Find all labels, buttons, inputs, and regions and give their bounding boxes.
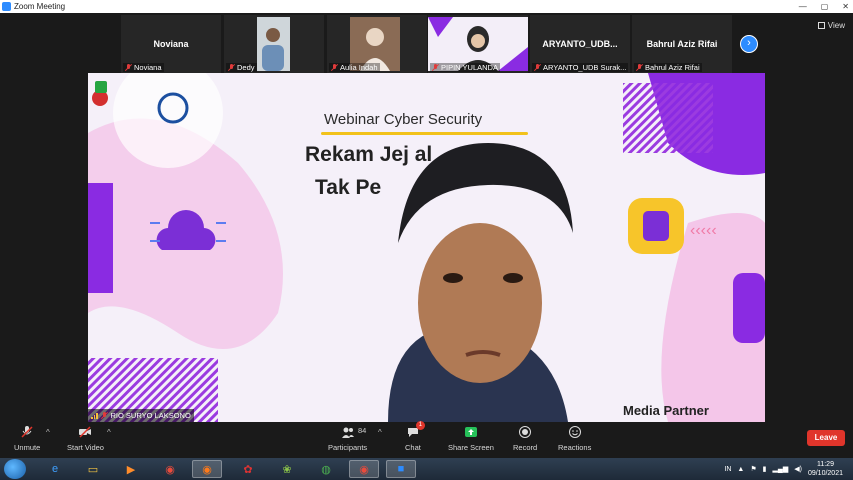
participant-big-name: Bahrul Aziz Rifai <box>646 39 718 49</box>
slide-headline-1: Rekam Jej al <box>305 143 433 166</box>
participant-video <box>257 17 290 71</box>
slide-headline-2: Tak Pe <box>315 176 382 199</box>
grid-icon <box>817 22 825 29</box>
participants-icon <box>341 427 354 438</box>
mic-muted-icon <box>432 64 439 71</box>
participant-name: ARYANTO_UDB Surak... <box>543 63 627 72</box>
ie-icon[interactable]: e <box>40 460 70 478</box>
view-button[interactable]: View <box>817 21 845 30</box>
reactions-button[interactable]: Reactions <box>558 425 591 452</box>
active-speaker-video: ‹‹‹‹‹ Webinar Cyber Security Rekam Jej a… <box>88 73 765 422</box>
participants-options-caret[interactable]: ^ <box>378 428 382 437</box>
leave-button[interactable]: Leave <box>807 430 845 446</box>
mic-muted-icon <box>125 64 132 71</box>
minimize-button[interactable]: — <box>799 0 807 13</box>
next-page-button[interactable]: › <box>740 35 758 53</box>
participant-tile[interactable]: Bahrul Aziz Rifai Bahrul Aziz Rifai <box>632 15 732 73</box>
participant-name: Bahrul Aziz Rifai <box>645 63 700 72</box>
system-tray: IN ▲ ⚑ ▮ ▂▄▆ ◀) 11:29 09/10/2021 <box>724 458 853 480</box>
game-icon[interactable]: ❀ <box>272 460 302 478</box>
participant-big-name: ARYANTO_UDB... <box>542 39 618 49</box>
zoom-app-icon <box>2 2 11 11</box>
participant-tile[interactable]: Noviana Noviana <box>121 15 221 73</box>
start-video-label: Start Video <box>67 443 104 452</box>
meeting-toolbar: Unmute ^ Start Video ^ Participants 84 ^… <box>0 421 853 458</box>
record-icon <box>519 426 532 438</box>
record-button[interactable]: Record <box>513 425 537 452</box>
participant-tile[interactable]: Aulia Indah <box>327 15 427 73</box>
language-indicator[interactable]: IN <box>724 466 731 473</box>
share-screen-button[interactable]: Share Screen <box>448 425 494 452</box>
start-button[interactable] <box>4 459 26 479</box>
share-screen-icon <box>464 427 477 437</box>
explorer-icon[interactable]: ▭ <box>78 460 108 478</box>
video-options-caret[interactable]: ^ <box>107 428 111 437</box>
share-screen-label: Share Screen <box>448 443 494 452</box>
firefox-icon[interactable]: ◉ <box>192 460 222 478</box>
slide-title: Webinar Cyber Security <box>324 111 483 128</box>
participants-count: 84 <box>358 426 367 435</box>
mic-muted-icon <box>636 64 643 71</box>
record-label: Record <box>513 443 538 452</box>
mic-muted-icon <box>21 426 33 438</box>
tray-expand-icon[interactable]: ▲ <box>737 466 744 473</box>
smiley-icon <box>568 426 581 438</box>
windows-taskbar: e ▭ ▶ ◉ ◉ ✿ ❀ ◍ ◉ ■ IN ▲ ⚑ ▮ ▂▄▆ ◀) 11:2… <box>0 458 853 480</box>
chat-label: Chat <box>405 443 421 452</box>
chat-button[interactable]: 1 Chat <box>405 421 425 452</box>
participant-name: Dedy <box>237 63 255 72</box>
chrome-icon[interactable]: ◉ <box>155 460 185 478</box>
participant-tile[interactable]: PIPIN YULANDA <box>428 15 528 73</box>
participant-big-name: Noviana <box>153 39 189 49</box>
media-partner-label: Media Partner <box>623 403 709 418</box>
start-video-button[interactable]: Start Video <box>67 425 104 452</box>
clock[interactable]: 11:29 09/10/2021 <box>808 460 843 478</box>
flag-icon[interactable]: ⚑ <box>750 465 756 473</box>
mic-muted-icon <box>534 64 541 71</box>
mic-muted-icon <box>101 412 108 419</box>
globe-icon[interactable]: ◍ <box>311 460 341 478</box>
chat-badge: 1 <box>415 421 425 430</box>
participant-strip: Noviana Noviana Dedy Aulia Indah PIPIN Y… <box>0 13 853 73</box>
audio-options-caret[interactable]: ^ <box>46 428 50 437</box>
participant-name: Noviana <box>134 63 162 72</box>
unmute-label: Unmute <box>14 443 41 452</box>
clock-date: 09/10/2021 <box>807 470 843 477</box>
zoom-taskbar-icon[interactable]: ■ <box>386 460 416 478</box>
participant-tile[interactable]: Dedy <box>224 15 324 73</box>
video-off-icon <box>79 426 92 438</box>
maximize-button[interactable]: ▢ <box>821 0 829 13</box>
participant-name: PIPIN YULANDA <box>441 63 498 72</box>
reactions-label: Reactions <box>558 443 592 452</box>
window-titlebar: Zoom Meeting — ▢ ✕ <box>0 0 853 13</box>
chat-icon: 1 <box>406 421 425 439</box>
network-icon[interactable]: ▂▄▆ <box>773 465 789 473</box>
close-button[interactable]: ✕ <box>842 0 849 13</box>
signal-icon <box>91 412 98 419</box>
mic-muted-icon <box>228 64 235 71</box>
battery-icon[interactable]: ▮ <box>763 465 767 473</box>
participant-name: Aulia Indah <box>340 63 378 72</box>
speaker-name: RIO SURYO LAKSONO <box>110 411 191 420</box>
media-player-icon[interactable]: ▶ <box>116 460 146 478</box>
mic-muted-icon <box>331 64 338 71</box>
view-label: View <box>827 21 845 30</box>
volume-icon[interactable]: ◀) <box>794 465 802 473</box>
unmute-button[interactable]: Unmute <box>14 425 40 452</box>
title-underline <box>321 132 528 135</box>
svg-text:‹‹‹‹‹: ‹‹‹‹‹ <box>690 222 717 239</box>
participants-label: Participants <box>328 443 368 452</box>
paint-icon[interactable]: ✿ <box>233 460 263 478</box>
participant-tile[interactable]: ARYANTO_UDB... ARYANTO_UDB Surak... <box>530 15 630 73</box>
window-title: Zoom Meeting <box>14 2 66 11</box>
encryption-shield-icon[interactable] <box>95 81 107 93</box>
speaker-name-tag: RIO SURYO LAKSONO <box>88 409 194 422</box>
clock-time: 11:29 <box>816 461 834 468</box>
chrome-window-icon[interactable]: ◉ <box>349 460 379 478</box>
